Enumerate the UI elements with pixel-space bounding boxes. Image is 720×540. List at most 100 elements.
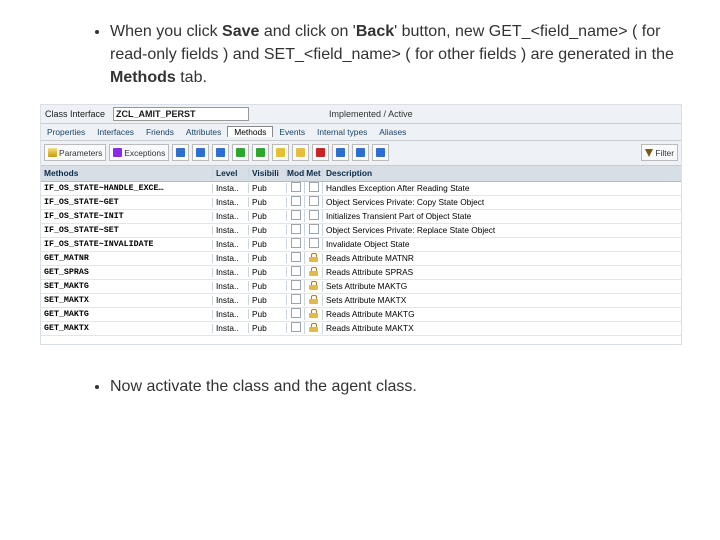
checkbox-icon[interactable]: [291, 294, 301, 304]
cell-met[interactable]: [305, 210, 323, 222]
checkbox-icon[interactable]: [291, 280, 301, 290]
cell-mod[interactable]: [287, 238, 305, 250]
filter-button[interactable]: Filter: [641, 144, 678, 161]
cell-mod[interactable]: [287, 182, 305, 194]
cell-mod[interactable]: [287, 196, 305, 208]
text: and click on ': [259, 23, 355, 40]
checkbox-icon[interactable]: [309, 238, 319, 248]
tab-internal-types[interactable]: Internal types: [311, 127, 373, 137]
cell-mod[interactable]: [287, 210, 305, 222]
cell-visibility: Pub: [249, 281, 287, 291]
cell-description: Invalidate Object State: [323, 239, 681, 249]
status-text: Implemented / Active: [329, 109, 413, 119]
toolbar-button[interactable]: [272, 144, 289, 161]
table-row[interactable]: GET_MAKTXInsta..PubReads Attribute MAKTX: [41, 322, 681, 336]
tab-methods[interactable]: Methods: [227, 126, 273, 137]
cell-level: Insta..: [213, 197, 249, 207]
checkbox-icon[interactable]: [291, 322, 301, 332]
square-icon: [256, 148, 265, 157]
table-row[interactable]: SET_MAKTXInsta..PubSets Attribute MAKTX: [41, 294, 681, 308]
toolbar-button[interactable]: [192, 144, 209, 161]
cell-visibility: Pub: [249, 295, 287, 305]
cell-mod[interactable]: [287, 252, 305, 264]
cell-mod[interactable]: [287, 280, 305, 292]
table-row[interactable]: GET_SPRASInsta..PubReads Attribute SPRAS: [41, 266, 681, 280]
cell-met[interactable]: [305, 323, 323, 334]
table-row[interactable]: IF_OS_STATE~GETInsta..PubObject Services…: [41, 196, 681, 210]
toolbar-button[interactable]: [312, 144, 329, 161]
parameters-button[interactable]: Parameters: [44, 144, 106, 161]
tab-interfaces[interactable]: Interfaces: [91, 127, 140, 137]
checkbox-icon[interactable]: [291, 266, 301, 276]
tab-aliases[interactable]: Aliases: [373, 127, 412, 137]
checkbox-icon[interactable]: [309, 182, 319, 192]
toolbar-button[interactable]: [232, 144, 249, 161]
toolbar-button[interactable]: [172, 144, 189, 161]
checkbox-icon[interactable]: [291, 308, 301, 318]
cell-mod[interactable]: [287, 266, 305, 278]
col-mod[interactable]: Mod: [287, 168, 305, 178]
cell-met[interactable]: [305, 196, 323, 208]
cell-met[interactable]: [305, 253, 323, 264]
cell-mod[interactable]: [287, 308, 305, 320]
cell-mod[interactable]: [287, 294, 305, 306]
cell-met[interactable]: [305, 267, 323, 278]
cell-level: Insta..: [213, 225, 249, 235]
cell-met[interactable]: [305, 281, 323, 292]
lock-icon: [309, 267, 318, 276]
tab-events[interactable]: Events: [273, 127, 311, 137]
cell-met[interactable]: [305, 238, 323, 250]
cell-met[interactable]: [305, 295, 323, 306]
col-methods[interactable]: Methods: [41, 168, 213, 178]
square-icon: [196, 148, 205, 157]
label: Exceptions: [124, 148, 165, 158]
cell-description: Reads Attribute SPRAS: [323, 267, 681, 277]
checkbox-icon[interactable]: [291, 210, 301, 220]
checkbox-icon[interactable]: [291, 238, 301, 248]
cell-visibility: Pub: [249, 183, 287, 193]
col-description[interactable]: Description: [323, 168, 681, 178]
bold: Back: [356, 23, 394, 40]
table-row[interactable]: IF_OS_STATE~SETInsta..PubObject Services…: [41, 224, 681, 238]
toolbar-button[interactable]: [352, 144, 369, 161]
cell-mod[interactable]: [287, 322, 305, 334]
table-row[interactable]: IF_OS_STATE~INVALIDATEInsta..PubInvalida…: [41, 238, 681, 252]
table-row[interactable]: GET_MAKTGInsta..PubReads Attribute MAKTG: [41, 308, 681, 322]
cell-mod[interactable]: [287, 224, 305, 236]
checkbox-icon[interactable]: [291, 182, 301, 192]
square-icon: [176, 148, 185, 157]
label: Parameters: [59, 148, 102, 158]
table-row[interactable]: GET_MATNRInsta..PubReads Attribute MATNR: [41, 252, 681, 266]
checkbox-icon[interactable]: [291, 196, 301, 206]
cell-met[interactable]: [305, 182, 323, 194]
toolbar-button[interactable]: [252, 144, 269, 161]
cell-visibility: Pub: [249, 253, 287, 263]
exceptions-button[interactable]: Exceptions: [109, 144, 169, 161]
checkbox-icon[interactable]: [309, 210, 319, 220]
class-name-field[interactable]: ZCL_AMIT_PERST: [113, 107, 249, 121]
table-row[interactable]: SET_MAKTGInsta..PubSets Attribute MAKTG: [41, 280, 681, 294]
col-level[interactable]: Level: [213, 168, 249, 178]
toolbar-button[interactable]: [292, 144, 309, 161]
lock-icon: [309, 323, 318, 332]
toolbar-button[interactable]: [372, 144, 389, 161]
table-row[interactable]: IF_OS_STATE~INITInsta..PubInitializes Tr…: [41, 210, 681, 224]
checkbox-icon[interactable]: [291, 252, 301, 262]
toolbar-button[interactable]: [212, 144, 229, 161]
checkbox-icon[interactable]: [309, 196, 319, 206]
checkbox-icon[interactable]: [291, 224, 301, 234]
tab-attributes[interactable]: Attributes: [180, 127, 227, 137]
square-icon: [316, 148, 325, 157]
cell-met[interactable]: [305, 309, 323, 320]
blank-rows: [41, 336, 681, 344]
tab-properties[interactable]: Properties: [41, 127, 91, 137]
cell-level: Insta..: [213, 267, 249, 277]
table-row[interactable]: IF_OS_STATE~HANDLE_EXCE…Insta..PubHandle…: [41, 182, 681, 196]
tab-friends[interactable]: Friends: [140, 127, 180, 137]
checkbox-icon[interactable]: [309, 224, 319, 234]
col-visibility[interactable]: Visibili: [249, 168, 287, 178]
cell-met[interactable]: [305, 224, 323, 236]
col-met[interactable]: Met: [305, 168, 323, 178]
toolbar-button[interactable]: [332, 144, 349, 161]
cell-visibility: Pub: [249, 239, 287, 249]
